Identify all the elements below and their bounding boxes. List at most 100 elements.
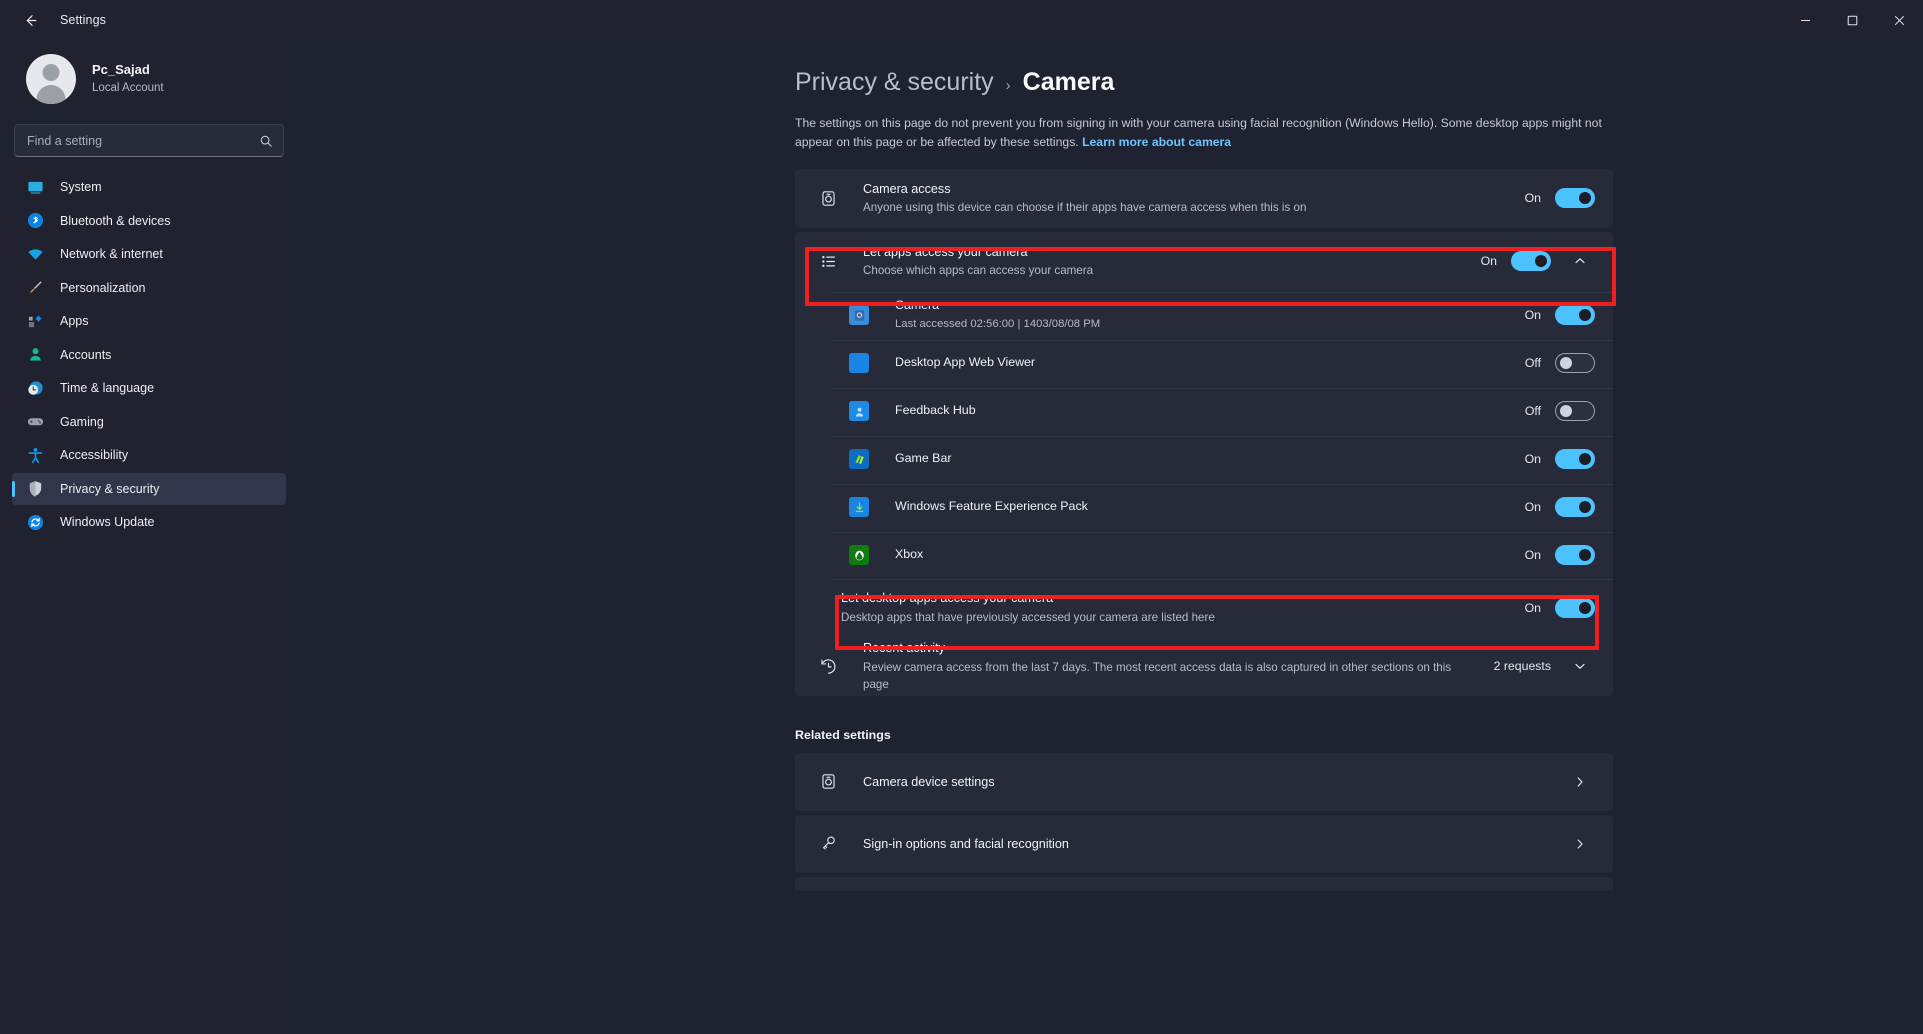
- sidebar-item-label: Personalization: [60, 280, 146, 295]
- chevron-up-icon[interactable]: [1565, 246, 1595, 276]
- sidebar-item-label: Bluetooth & devices: [60, 213, 171, 228]
- window-controls: [1782, 0, 1923, 40]
- app-name: Feedback Hub: [895, 403, 976, 418]
- app-row-game-bar[interactable]: Game Bar On: [795, 434, 1613, 483]
- key-icon: [815, 834, 841, 853]
- app-state: Off: [1524, 356, 1541, 371]
- sidebar-item-label: Gaming: [60, 414, 104, 429]
- camera-access-toggle[interactable]: [1555, 188, 1595, 209]
- related-item-camera-device-settings[interactable]: Camera device settings: [795, 752, 1613, 811]
- app-toggle[interactable]: [1555, 401, 1595, 422]
- breadcrumb-parent[interactable]: Privacy & security: [795, 68, 994, 97]
- account-summary[interactable]: Pc_Sajad Local Account: [12, 40, 286, 114]
- close-icon: [1894, 15, 1905, 25]
- back-arrow-icon: [26, 14, 36, 26]
- sidebar-item-personalization[interactable]: Personalization: [12, 272, 286, 305]
- sidebar-item-time-language[interactable]: Time & language: [12, 372, 286, 405]
- let-apps-title: Let apps access your camera: [863, 244, 1028, 259]
- app-row-feedback-hub[interactable]: Feedback Hub Off: [795, 386, 1613, 435]
- app-row-xbox[interactable]: Xbox On: [795, 530, 1613, 579]
- app-row-desktop-app-web-viewer[interactable]: Desktop App Web Viewer Off: [795, 338, 1613, 387]
- let-desktop-apps-subtitle: Desktop apps that have previously access…: [841, 610, 1215, 624]
- shield-icon: [26, 479, 45, 498]
- app-row-camera[interactable]: Camera Last accessed 02:56:00 | 1403/08/…: [795, 290, 1613, 339]
- let-desktop-apps-row[interactable]: Let desktop apps access your camera Desk…: [795, 578, 1613, 637]
- app-state: On: [1524, 548, 1541, 563]
- let-desktop-apps-state: On: [1524, 600, 1541, 615]
- gamepad-icon: [26, 412, 45, 431]
- chevron-right-icon[interactable]: [1565, 767, 1595, 797]
- sidebar-item-label: Windows Update: [60, 515, 155, 530]
- let-apps-subtitle: Choose which apps can access your camera: [863, 264, 1094, 278]
- close-button[interactable]: [1876, 0, 1923, 40]
- back-button[interactable]: [8, 4, 52, 36]
- wifi-icon: [26, 245, 45, 264]
- app-toggle[interactable]: [1555, 497, 1595, 518]
- game-bar-icon: [849, 449, 869, 470]
- app-name: Xbox: [895, 547, 924, 562]
- main-content: Privacy & security › Camera The settings…: [298, 40, 1923, 1034]
- accessibility-icon: [26, 446, 45, 465]
- app-name: Camera: [895, 298, 940, 313]
- clock-globe-icon: [26, 379, 45, 398]
- related-item-partial[interactable]: [795, 876, 1613, 891]
- let-apps-row[interactable]: Let apps access your camera Choose which…: [795, 232, 1613, 291]
- camera-access-card: Camera access Anyone using this device c…: [795, 168, 1613, 228]
- related-settings-list: Camera device settings Sign-in options a…: [795, 752, 1613, 891]
- sidebar-item-gaming[interactable]: Gaming: [12, 406, 286, 439]
- search-input[interactable]: [27, 133, 259, 148]
- app-toggle[interactable]: [1555, 545, 1595, 566]
- sidebar-item-windows-update[interactable]: Windows Update: [12, 506, 286, 539]
- learn-more-link[interactable]: Learn more about camera: [1082, 135, 1231, 149]
- maximize-button[interactable]: [1829, 0, 1876, 40]
- app-toggle[interactable]: [1555, 449, 1595, 470]
- sidebar-item-apps[interactable]: Apps: [12, 305, 286, 338]
- maximize-icon: [1847, 15, 1858, 25]
- sidebar: Pc_Sajad Local Account System Bluetoo: [0, 40, 298, 1034]
- recent-activity-title: Recent activity: [863, 641, 945, 656]
- sidebar-item-accounts[interactable]: Accounts: [12, 339, 286, 372]
- let-apps-state: On: [1480, 254, 1497, 269]
- recent-activity-subtitle: Review camera access from the last 7 day…: [863, 660, 1452, 691]
- related-item-sign-in-options[interactable]: Sign-in options and facial recognition: [795, 814, 1613, 873]
- camera-access-row[interactable]: Camera access Anyone using this device c…: [795, 169, 1613, 228]
- camera-access-title: Camera access: [863, 181, 951, 196]
- sidebar-item-network-internet[interactable]: Network & internet: [12, 238, 286, 271]
- page-title: Camera: [1022, 68, 1115, 96]
- app-name: Windows Feature Experience Pack: [895, 499, 1088, 514]
- app-row-windows-feature-experience-pack[interactable]: Windows Feature Experience Pack On: [795, 482, 1613, 531]
- app-permission-list: Camera Last accessed 02:56:00 | 1403/08/…: [795, 290, 1613, 637]
- minimize-icon: [1801, 19, 1810, 21]
- xbox-icon: [849, 545, 869, 566]
- history-icon: [815, 657, 841, 676]
- camera-icon: [815, 772, 841, 791]
- let-apps-toggle[interactable]: [1511, 251, 1551, 272]
- let-desktop-apps-title: Let desktop apps access your camera: [841, 591, 1054, 606]
- sidebar-item-label: Privacy & security: [60, 481, 160, 496]
- sidebar-item-bluetooth-devices[interactable]: Bluetooth & devices: [12, 205, 286, 238]
- app-state: Off: [1524, 404, 1541, 419]
- title-bar: Settings: [0, 0, 1923, 40]
- recent-activity-row[interactable]: Recent activity Review camera access fro…: [795, 637, 1613, 696]
- app-toggle[interactable]: [1555, 305, 1595, 326]
- app-name: Desktop App Web Viewer: [895, 355, 1036, 370]
- camera-app-icon: [849, 305, 869, 326]
- search-box[interactable]: [14, 124, 284, 157]
- recent-activity-card: Recent activity Review camera access fro…: [795, 636, 1613, 696]
- app-toggle[interactable]: [1555, 353, 1595, 374]
- camera-access-state: On: [1524, 191, 1541, 206]
- recent-activity-badge: 2 requests: [1493, 659, 1551, 674]
- sidebar-item-privacy-security[interactable]: Privacy & security: [12, 472, 286, 505]
- let-desktop-apps-toggle[interactable]: [1555, 597, 1595, 618]
- camera-access-subtitle: Anyone using this device can choose if t…: [863, 201, 1307, 215]
- apps-icon: [26, 312, 45, 331]
- update-icon: [26, 513, 45, 532]
- app-name: Game Bar: [895, 451, 952, 466]
- chevron-right-icon[interactable]: [1565, 829, 1595, 859]
- minimize-button[interactable]: [1782, 0, 1829, 40]
- sidebar-item-label: Apps: [60, 314, 89, 329]
- chevron-down-icon[interactable]: [1565, 651, 1595, 681]
- sidebar-item-system[interactable]: System: [12, 171, 286, 204]
- sidebar-item-accessibility[interactable]: Accessibility: [12, 439, 286, 472]
- related-item-label: Camera device settings: [863, 774, 995, 789]
